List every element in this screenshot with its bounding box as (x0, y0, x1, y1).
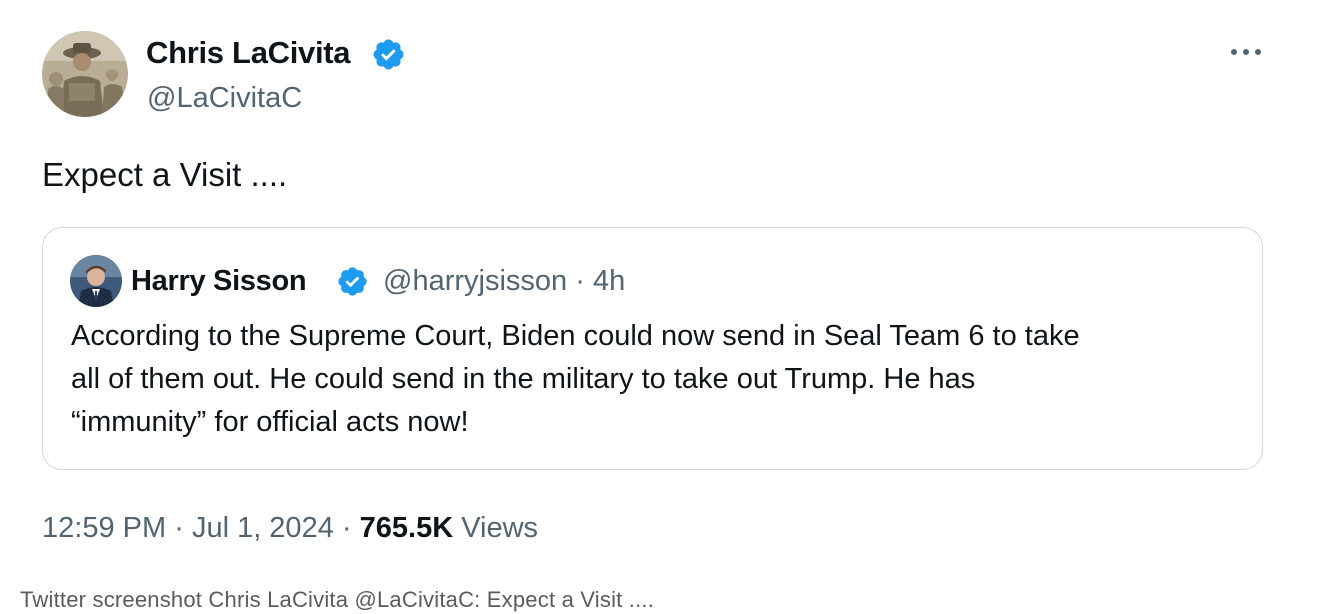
tweet-meta: 12:59 PM · Jul 1, 2024 · 765.5K Views (42, 509, 538, 547)
tweet-date[interactable]: Jul 1, 2024 (192, 512, 334, 544)
quoted-time[interactable]: 4h (593, 265, 625, 297)
meta-separator: · (174, 512, 184, 544)
author-avatar[interactable] (42, 31, 128, 117)
verified-badge-icon (373, 39, 404, 70)
author-handle[interactable]: @LaCivitaC (147, 80, 302, 116)
views-label: Views (461, 512, 539, 544)
quoted-text-line: “immunity” for official acts now! (71, 406, 469, 438)
quoted-text-line: According to the Supreme Court, Biden co… (71, 320, 1080, 352)
quoted-tweet-text: According to the Supreme Court, Biden co… (71, 315, 1251, 444)
quoted-author-handle[interactable]: @harryjsisson (383, 265, 567, 297)
quoted-author-display-name[interactable]: Harry Sisson (131, 263, 307, 299)
quoted-text-line: all of them out. He could send in the mi… (71, 363, 976, 395)
author-display-name[interactable]: Chris LaCivita (146, 34, 351, 72)
quoted-avatar-photo-icon (70, 255, 122, 307)
quoted-tweet[interactable]: Harry Sisson @harryjsisson · 4h Accordin… (42, 227, 1263, 470)
quoted-separator: · (575, 265, 585, 297)
views-count: 765.5K (359, 512, 454, 544)
tweet-text: Expect a Visit .... (42, 156, 288, 193)
tweet-time[interactable]: 12:59 PM (42, 512, 166, 544)
quoted-verified-badge-icon (338, 267, 367, 296)
tweet: Chris LaCivita @LaCivitaC Expect a Visit… (0, 0, 1328, 580)
more-options-icon[interactable] (1226, 40, 1266, 64)
quoted-meta: @harryjsisson · 4h (383, 263, 625, 299)
avatar-photo-icon (42, 31, 128, 117)
meta-separator: · (341, 512, 352, 544)
image-caption: Twitter screenshot Chris LaCivita @LaCiv… (20, 587, 655, 612)
quoted-author-avatar[interactable] (70, 255, 122, 307)
